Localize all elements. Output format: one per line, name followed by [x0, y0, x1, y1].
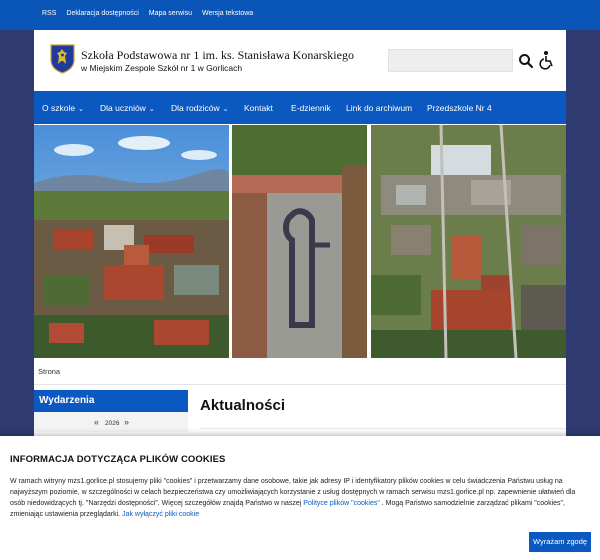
- breadcrumb: Strona: [34, 359, 566, 385]
- utility-links: RSS Deklaracja dostępności Mapa serwisu …: [42, 10, 253, 17]
- nav-item-label: O szkole: [42, 103, 76, 113]
- nav-item-label: Przedszkole Nr 4: [427, 103, 492, 113]
- schoolyard-aerial-photo: [232, 125, 367, 358]
- accessibility-icon[interactable]: [538, 50, 556, 70]
- search-input[interactable]: [388, 49, 513, 72]
- header-photo-banner: [34, 125, 566, 358]
- cookie-banner-title: INFORMACJA DOTYCZĄCA PLIKÓW COOKIES: [10, 454, 226, 465]
- nav-item-przedszkole[interactable]: Przedszkole Nr 4: [427, 103, 492, 113]
- cookie-policy-link[interactable]: Polityce plików "cookies": [303, 500, 380, 507]
- nav-item-dla-rodzicow[interactable]: Dla rodziców ⌄: [171, 103, 229, 113]
- city-panorama-photo: [34, 125, 229, 358]
- events-calendar: « 2026 »: [34, 412, 188, 432]
- nav-item-label: Dla rodziców: [171, 103, 220, 113]
- site-header: Szkoła Podstawowa nr 1 im. ks. Stanisław…: [34, 30, 566, 91]
- main-navigation: O szkole ⌄ Dla uczniów ⌄ Dla rodziców ⌄ Kon…: [34, 91, 566, 124]
- breadcrumb-home[interactable]: Strona: [38, 367, 60, 376]
- search-icon[interactable]: [517, 52, 535, 70]
- nav-item-archiwum[interactable]: Link do archiwum: [346, 103, 412, 113]
- disable-cookies-link[interactable]: Jak wyłączyć pliki cookie: [122, 511, 199, 518]
- nav-item-label: Link do archiwum: [346, 103, 413, 113]
- text-version-link[interactable]: Wersja tekstowa: [202, 10, 253, 17]
- news-divider: [200, 428, 566, 429]
- cookie-banner-text: W ramach witryny mzs1.gorlice.pl stosuje…: [10, 476, 590, 520]
- chevron-down-icon: ⌄: [78, 106, 84, 113]
- site-subtitle: w Miejskim Zespole Szkół nr 1 w Gorlicac…: [81, 63, 243, 73]
- sitemap-link[interactable]: Mapa serwisu: [149, 10, 192, 17]
- chevron-down-icon: ⌄: [148, 106, 155, 113]
- city-aerial-photo: [371, 125, 566, 358]
- coat-of-arms-icon[interactable]: [50, 44, 75, 74]
- nav-item-e-dziennik[interactable]: E-dziennik: [291, 103, 331, 113]
- site-title[interactable]: Szkoła Podstawowa nr 1 im. ks. Stanisław…: [81, 48, 354, 63]
- calendar-next-year-button[interactable]: »: [124, 417, 129, 427]
- nav-item-label: E-dziennik: [291, 103, 331, 113]
- news-heading: Aktualności: [200, 397, 286, 414]
- calendar-year: 2026: [105, 420, 120, 427]
- cookie-banner: INFORMACJA DOTYCZĄCA PLIKÓW COOKIES W ra…: [0, 436, 600, 560]
- nav-item-label: Kontakt: [244, 103, 273, 113]
- calendar-prev-year-button[interactable]: «: [94, 417, 99, 427]
- rss-link[interactable]: RSS: [42, 10, 56, 17]
- nav-item-o-szkole[interactable]: O szkole ⌄: [42, 103, 84, 113]
- accessibility-declaration-link[interactable]: Deklaracja dostępności: [66, 10, 138, 17]
- events-heading: Wydarzenia: [34, 390, 188, 412]
- accept-cookies-button[interactable]: Wyrażam zgodę: [529, 532, 591, 552]
- nav-item-label: Dla uczniów: [100, 103, 146, 113]
- nav-item-kontakt[interactable]: Kontakt: [244, 103, 273, 113]
- top-utility-bar: RSS Deklaracja dostępności Mapa serwisu …: [0, 0, 600, 30]
- chevron-down-icon: ⌄: [222, 106, 229, 113]
- nav-item-dla-uczniow[interactable]: Dla uczniów ⌄: [100, 103, 155, 113]
